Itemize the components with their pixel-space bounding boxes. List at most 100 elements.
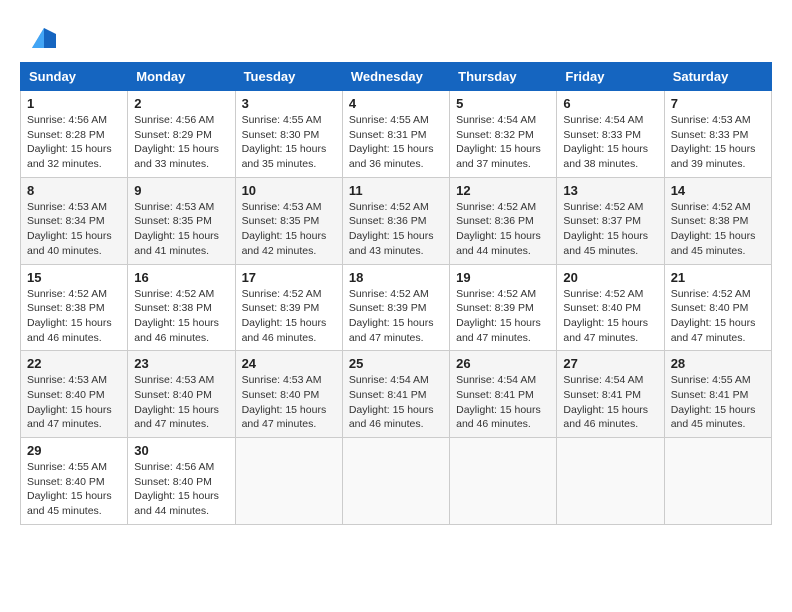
day-info: Sunrise: 4:53 AMSunset: 8:35 PMDaylight:… — [134, 200, 228, 259]
calendar-cell: 3 Sunrise: 4:55 AMSunset: 8:30 PMDaylight… — [235, 91, 342, 178]
day-info: Sunrise: 4:55 AMSunset: 8:41 PMDaylight:… — [671, 373, 765, 432]
calendar-header-tuesday: Tuesday — [235, 63, 342, 91]
day-number: 10 — [242, 183, 336, 198]
calendar-cell: 18 Sunrise: 4:52 AMSunset: 8:39 PMDayligh… — [342, 264, 449, 351]
calendar-cell: 5 Sunrise: 4:54 AMSunset: 8:32 PMDaylight… — [450, 91, 557, 178]
calendar-cell — [664, 438, 771, 525]
calendar-header-friday: Friday — [557, 63, 664, 91]
day-number: 6 — [563, 96, 657, 111]
calendar-week-5: 29 Sunrise: 4:55 AMSunset: 8:40 PMDayligh… — [21, 438, 772, 525]
calendar-cell: 23 Sunrise: 4:53 AMSunset: 8:40 PMDayligh… — [128, 351, 235, 438]
day-number: 22 — [27, 356, 121, 371]
day-info: Sunrise: 4:52 AMSunset: 8:39 PMDaylight:… — [456, 287, 550, 346]
calendar-week-4: 22 Sunrise: 4:53 AMSunset: 8:40 PMDayligh… — [21, 351, 772, 438]
day-info: Sunrise: 4:53 AMSunset: 8:34 PMDaylight:… — [27, 200, 121, 259]
calendar-cell: 12 Sunrise: 4:52 AMSunset: 8:36 PMDayligh… — [450, 177, 557, 264]
calendar-cell: 28 Sunrise: 4:55 AMSunset: 8:41 PMDayligh… — [664, 351, 771, 438]
day-number: 7 — [671, 96, 765, 111]
day-info: Sunrise: 4:52 AMSunset: 8:38 PMDaylight:… — [27, 287, 121, 346]
calendar-cell: 24 Sunrise: 4:53 AMSunset: 8:40 PMDayligh… — [235, 351, 342, 438]
calendar-week-1: 1Sunrise: 4:56 AMSunset: 8:28 PMDaylight… — [21, 91, 772, 178]
day-info: Sunrise: 4:52 AMSunset: 8:38 PMDaylight:… — [671, 200, 765, 259]
calendar-cell: 20 Sunrise: 4:52 AMSunset: 8:40 PMDayligh… — [557, 264, 664, 351]
day-number: 1 — [27, 96, 121, 111]
day-number: 15 — [27, 270, 121, 285]
day-number: 21 — [671, 270, 765, 285]
day-number: 3 — [242, 96, 336, 111]
day-number: 2 — [134, 96, 228, 111]
day-number: 13 — [563, 183, 657, 198]
day-number: 12 — [456, 183, 550, 198]
calendar-header-row: SundayMondayTuesdayWednesdayThursdayFrid… — [21, 63, 772, 91]
day-number: 14 — [671, 183, 765, 198]
day-number: 18 — [349, 270, 443, 285]
calendar-cell: 9 Sunrise: 4:53 AMSunset: 8:35 PMDaylight… — [128, 177, 235, 264]
calendar-cell: 13 Sunrise: 4:52 AMSunset: 8:37 PMDayligh… — [557, 177, 664, 264]
day-info: Sunrise: 4:53 AMSunset: 8:40 PMDaylight:… — [134, 373, 228, 432]
logo-icon — [24, 20, 56, 52]
calendar-cell: 25 Sunrise: 4:54 AMSunset: 8:41 PMDayligh… — [342, 351, 449, 438]
logo — [20, 20, 56, 52]
day-number: 17 — [242, 270, 336, 285]
calendar-cell: 15 Sunrise: 4:52 AMSunset: 8:38 PMDayligh… — [21, 264, 128, 351]
day-number: 25 — [349, 356, 443, 371]
day-info: Sunrise: 4:52 AMSunset: 8:39 PMDaylight:… — [349, 287, 443, 346]
day-info: Sunrise: 4:54 AMSunset: 8:41 PMDaylight:… — [563, 373, 657, 432]
day-info: Sunrise: 4:52 AMSunset: 8:37 PMDaylight:… — [563, 200, 657, 259]
day-number: 4 — [349, 96, 443, 111]
calendar-cell — [450, 438, 557, 525]
calendar-cell: 29 Sunrise: 4:55 AMSunset: 8:40 PMDayligh… — [21, 438, 128, 525]
day-number: 11 — [349, 183, 443, 198]
calendar-cell: 11 Sunrise: 4:52 AMSunset: 8:36 PMDayligh… — [342, 177, 449, 264]
day-info: Sunrise: 4:55 AMSunset: 8:40 PMDaylight:… — [27, 460, 121, 519]
day-info: Sunrise: 4:52 AMSunset: 8:39 PMDaylight:… — [242, 287, 336, 346]
day-info: Sunrise: 4:53 AMSunset: 8:40 PMDaylight:… — [27, 373, 121, 432]
day-number: 28 — [671, 356, 765, 371]
calendar-header-monday: Monday — [128, 63, 235, 91]
day-number: 23 — [134, 356, 228, 371]
day-info: Sunrise: 4:54 AMSunset: 8:33 PMDaylight:… — [563, 113, 657, 172]
day-info: Sunrise: 4:55 AMSunset: 8:30 PMDaylight:… — [242, 113, 336, 172]
calendar-cell: 22 Sunrise: 4:53 AMSunset: 8:40 PMDayligh… — [21, 351, 128, 438]
calendar-cell: 1Sunrise: 4:56 AMSunset: 8:28 PMDaylight… — [21, 91, 128, 178]
calendar-header-wednesday: Wednesday — [342, 63, 449, 91]
day-info: Sunrise: 4:52 AMSunset: 8:36 PMDaylight:… — [456, 200, 550, 259]
day-info: Sunrise: 4:52 AMSunset: 8:36 PMDaylight:… — [349, 200, 443, 259]
day-number: 9 — [134, 183, 228, 198]
calendar-cell: 16Sunrise: 4:52 AMSunset: 8:38 PMDayligh… — [128, 264, 235, 351]
calendar-cell: 27Sunrise: 4:54 AMSunset: 8:41 PMDayligh… — [557, 351, 664, 438]
day-number: 5 — [456, 96, 550, 111]
day-number: 29 — [27, 443, 121, 458]
calendar-week-3: 15 Sunrise: 4:52 AMSunset: 8:38 PMDayligh… — [21, 264, 772, 351]
day-info: Sunrise: 4:53 AMSunset: 8:40 PMDaylight:… — [242, 373, 336, 432]
calendar-week-2: 8 Sunrise: 4:53 AMSunset: 8:34 PMDaylight… — [21, 177, 772, 264]
calendar-cell: 17 Sunrise: 4:52 AMSunset: 8:39 PMDayligh… — [235, 264, 342, 351]
day-number: 24 — [242, 356, 336, 371]
day-number: 19 — [456, 270, 550, 285]
calendar-cell: 6 Sunrise: 4:54 AMSunset: 8:33 PMDaylight… — [557, 91, 664, 178]
calendar-cell: 21 Sunrise: 4:52 AMSunset: 8:40 PMDayligh… — [664, 264, 771, 351]
calendar-cell: 26Sunrise: 4:54 AMSunset: 8:41 PMDayligh… — [450, 351, 557, 438]
calendar-table: SundayMondayTuesdayWednesdayThursdayFrid… — [20, 62, 772, 525]
day-info: Sunrise: 4:52 AMSunset: 8:40 PMDaylight:… — [671, 287, 765, 346]
day-info: Sunrise: 4:54 AMSunset: 8:41 PMDaylight:… — [349, 373, 443, 432]
calendar-header-saturday: Saturday — [664, 63, 771, 91]
day-number: 8 — [27, 183, 121, 198]
day-number: 20 — [563, 270, 657, 285]
day-info: Sunrise: 4:54 AMSunset: 8:32 PMDaylight:… — [456, 113, 550, 172]
day-info: Sunrise: 4:56 AMSunset: 8:40 PMDaylight:… — [134, 460, 228, 519]
day-info: Sunrise: 4:53 AMSunset: 8:35 PMDaylight:… — [242, 200, 336, 259]
day-info: Sunrise: 4:53 AMSunset: 8:33 PMDaylight:… — [671, 113, 765, 172]
day-info: Sunrise: 4:52 AMSunset: 8:40 PMDaylight:… — [563, 287, 657, 346]
calendar-cell — [557, 438, 664, 525]
day-info: Sunrise: 4:54 AMSunset: 8:41 PMDaylight:… — [456, 373, 550, 432]
day-number: 30 — [134, 443, 228, 458]
page-header — [20, 20, 772, 52]
calendar-cell — [342, 438, 449, 525]
calendar-cell: 30 Sunrise: 4:56 AMSunset: 8:40 PMDayligh… — [128, 438, 235, 525]
calendar-cell: 7 Sunrise: 4:53 AMSunset: 8:33 PMDaylight… — [664, 91, 771, 178]
day-info: Sunrise: 4:56 AMSunset: 8:29 PMDaylight:… — [134, 113, 228, 172]
day-info: Sunrise: 4:52 AMSunset: 8:38 PMDaylight:… — [134, 287, 228, 346]
calendar-cell: 19 Sunrise: 4:52 AMSunset: 8:39 PMDayligh… — [450, 264, 557, 351]
calendar-cell — [235, 438, 342, 525]
